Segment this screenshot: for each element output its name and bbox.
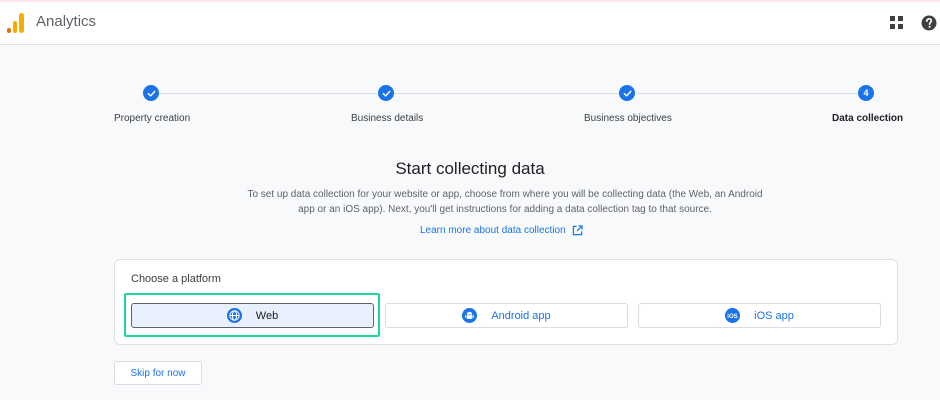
app-title: Analytics [36, 13, 97, 30]
help-icon[interactable] [921, 15, 937, 31]
web-platform-label: Web [255, 309, 279, 322]
top-accent-line [0, 0, 940, 2]
step-label-data-collection: Data collection [832, 113, 904, 124]
apps-grid-icon[interactable] [890, 16, 904, 30]
description-line: app or an iOS app). Next, you'll get ins… [298, 204, 712, 215]
globe-icon [226, 308, 242, 323]
stepper-connector [159, 93, 377, 94]
step-label-property-creation: Property creation [114, 113, 191, 124]
page-heading: Start collecting data [395, 159, 545, 178]
platform-card: Choose a platform Web Android app iOS iO… [114, 259, 898, 345]
stepper-connector [636, 93, 858, 94]
step-2-check-icon [378, 85, 394, 101]
android-platform-button[interactable]: Android app [385, 303, 628, 328]
page-description: To set up data collection for your websi… [230, 187, 780, 217]
description-line: To set up data collection for your websi… [247, 189, 763, 200]
learn-more-label: Learn more about data collection [420, 225, 566, 236]
step-label-business-objectives: Business objectives [584, 113, 672, 124]
ios-platform-label: iOS app [754, 309, 794, 322]
ios-platform-button[interactable]: iOS iOS app [638, 303, 881, 328]
open-in-new-icon [572, 225, 583, 236]
ios-icon-text: iOS [727, 313, 737, 320]
step-label-business-details: Business details [351, 113, 424, 124]
step-4-number: 4 [858, 85, 874, 101]
learn-more-link[interactable]: Learn more about data collection [420, 225, 583, 236]
step-3-check-icon [619, 85, 635, 101]
platform-label: Choose a platform [131, 273, 221, 285]
ios-icon: iOS [725, 308, 741, 323]
step-1-check-icon [143, 85, 159, 101]
analytics-logo-icon [7, 13, 24, 33]
android-icon [462, 308, 478, 323]
top-bar: Analytics [0, 0, 940, 45]
android-platform-label: Android app [491, 309, 551, 322]
stepper-connector [394, 93, 619, 94]
web-platform-button[interactable]: Web [131, 303, 374, 328]
skip-for-now-button[interactable]: Skip for now [114, 361, 202, 385]
